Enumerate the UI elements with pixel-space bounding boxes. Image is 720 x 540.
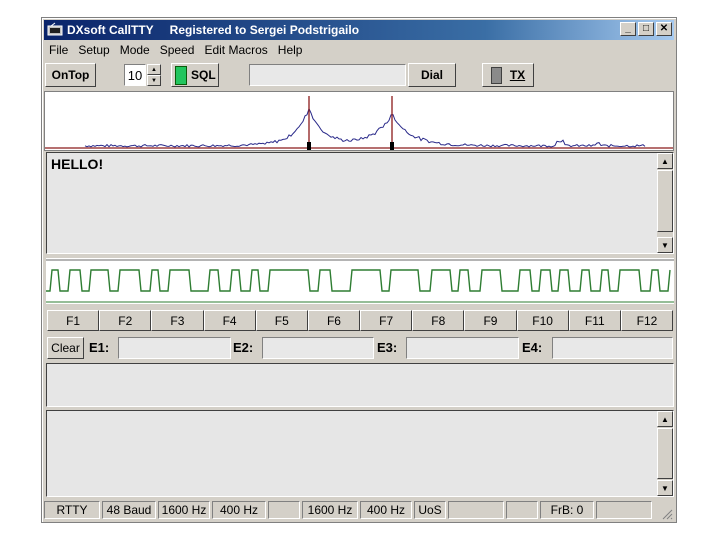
scroll-down-icon[interactable]: ▼ (657, 237, 673, 253)
status-empty-4 (596, 501, 652, 519)
maximize-icon: □ (642, 23, 650, 34)
spectrum-graph (45, 96, 673, 150)
mark-tick (307, 142, 311, 150)
status-mark-freq-2: 1600 Hz (302, 501, 358, 519)
e1-label: E1: (89, 340, 110, 355)
resize-grip-icon[interactable] (661, 508, 673, 520)
transmit-window[interactable]: ▲ ▼ (46, 410, 674, 497)
f4-button[interactable]: F4 (203, 310, 256, 331)
receive-scrollbar[interactable]: ▲ ▼ (657, 153, 673, 253)
clear-button[interactable]: Clear (47, 337, 84, 359)
status-bar: RTTY 48 Baud 1600 Hz 400 Hz 1600 Hz 400 … (44, 501, 674, 521)
tx-label: TX (509, 68, 526, 82)
scroll-thumb[interactable] (657, 170, 673, 232)
f6-button[interactable]: F6 (307, 310, 361, 331)
e2-label: E2: (233, 340, 254, 355)
registration-text: Registered to Sergei Podstrigailo (169, 23, 360, 37)
minimize-button[interactable]: _ (620, 22, 636, 36)
ontop-button[interactable]: OnTop (45, 63, 96, 87)
menu-help[interactable]: Help (273, 43, 308, 57)
callsign-field[interactable] (249, 64, 406, 86)
menu-setup[interactable]: Setup (73, 43, 114, 57)
status-baud: 48 Baud (102, 501, 156, 519)
menu-file[interactable]: File (44, 43, 73, 57)
f3-button[interactable]: F3 (151, 310, 204, 331)
receive-text: HELLO! (51, 156, 104, 172)
status-shift: 400 Hz (212, 501, 266, 519)
squelch-spinner[interactable]: ▲ ▼ (147, 64, 161, 86)
scroll-up-icon[interactable]: ▲ (657, 411, 673, 427)
status-empty-2 (448, 501, 504, 519)
f8-button[interactable]: F8 (412, 310, 465, 331)
transmit-scrollbar[interactable]: ▲ ▼ (657, 411, 673, 496)
function-key-bar: F1 F2 F3 F4 F5 F6 F7 F8 F9 F10 F11 F12 (47, 310, 674, 331)
main-window: DXsoft CallTTY Registered to Sergei Pods… (41, 17, 677, 523)
f5-button[interactable]: F5 (255, 310, 308, 331)
squelch-input[interactable]: 10 (124, 64, 146, 86)
spin-up-icon[interactable]: ▲ (147, 64, 161, 75)
status-mark-freq: 1600 Hz (158, 501, 210, 519)
status-uos: UoS (414, 501, 446, 519)
f11-button[interactable]: F11 (568, 310, 621, 331)
scroll-up-icon[interactable]: ▲ (657, 153, 673, 169)
receive-window[interactable]: HELLO! ▲ ▼ (46, 152, 674, 254)
close-icon: ✕ (659, 23, 669, 34)
e3-field[interactable] (406, 337, 519, 359)
title-bar[interactable]: DXsoft CallTTY Registered to Sergei Pods… (44, 20, 674, 40)
tuning-scope (46, 258, 674, 304)
e4-field[interactable] (552, 337, 673, 359)
e1-field[interactable] (118, 337, 231, 359)
f7-button[interactable]: F7 (360, 310, 413, 331)
status-frb: FrB: 0 (540, 501, 594, 519)
status-empty-3 (506, 501, 538, 519)
sql-label: SQL (191, 68, 216, 82)
minimize-icon: _ (625, 23, 631, 34)
menu-edit-macros[interactable]: Edit Macros (199, 43, 272, 57)
menu-speed[interactable]: Speed (155, 43, 200, 57)
sql-led-icon (175, 65, 187, 85)
spectrum-trace (84, 107, 646, 148)
f12-button[interactable]: F12 (620, 310, 674, 331)
app-icon (47, 22, 63, 36)
e3-label: E3: (377, 340, 398, 355)
scroll-thumb[interactable] (657, 428, 673, 479)
maximize-button[interactable]: □ (638, 22, 654, 36)
scroll-down-icon[interactable]: ▼ (657, 480, 673, 496)
e4-label: E4: (522, 340, 543, 355)
f1-button[interactable]: F1 (47, 310, 100, 331)
sql-toggle[interactable]: SQL (171, 63, 219, 87)
tx-button[interactable]: TX (482, 63, 534, 87)
toolbar: OnTop 10 ▲ ▼ SQL Dial TX (44, 61, 674, 89)
spin-down-icon[interactable]: ▼ (147, 75, 161, 86)
transmit-line[interactable] (46, 363, 674, 407)
f10-button[interactable]: F10 (516, 310, 569, 331)
exchange-row: Clear E1: E2: E3: E4: (47, 336, 673, 360)
status-mode: RTTY (44, 501, 100, 519)
space-tick (390, 142, 394, 150)
close-button[interactable]: ✕ (656, 22, 672, 36)
menu-mode[interactable]: Mode (115, 43, 155, 57)
status-empty-1 (268, 501, 300, 519)
f2-button[interactable]: F2 (99, 310, 152, 331)
scope-graph (46, 259, 674, 303)
spectrum-display[interactable] (44, 91, 674, 151)
e2-field[interactable] (262, 337, 374, 359)
menu-bar: File Setup Mode Speed Edit Macros Help (44, 41, 674, 59)
dial-button[interactable]: Dial (408, 63, 456, 87)
app-title: DXsoft CallTTY (67, 23, 154, 37)
status-shift-2: 400 Hz (360, 501, 412, 519)
tx-led-icon (490, 66, 502, 84)
f9-button[interactable]: F9 (464, 310, 517, 331)
scope-trace (46, 269, 671, 292)
